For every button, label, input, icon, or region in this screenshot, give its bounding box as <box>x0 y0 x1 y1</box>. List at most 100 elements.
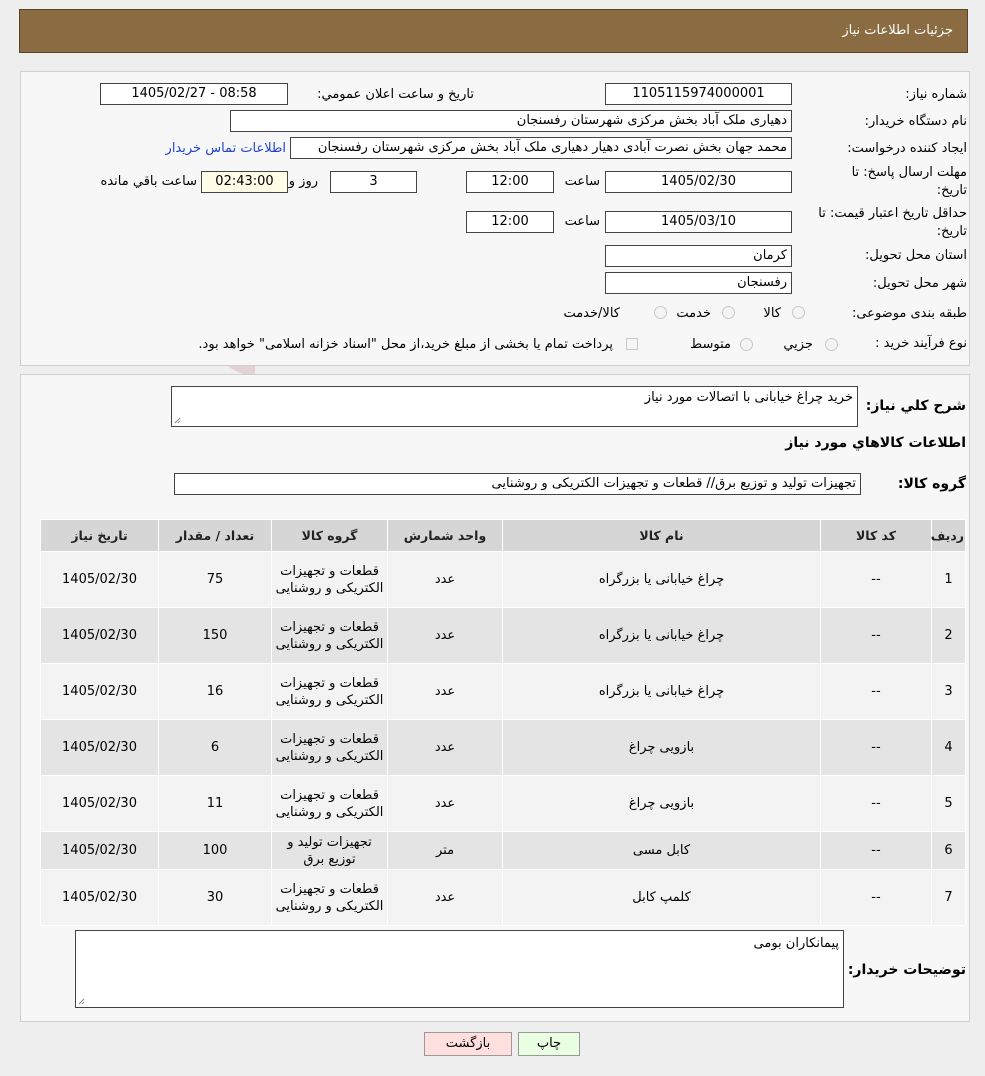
cell-unit: عدد <box>387 775 503 832</box>
days-label: روز و <box>288 174 318 189</box>
province-field: کرمان <box>605 245 792 267</box>
page-header: جزئیات اطلاعات نیاز <box>19 9 968 53</box>
cell-group: قطعات و تجهیزات الکتریکی و روشنایی <box>271 869 388 926</box>
goods-group-label: گروه کالا: <box>897 476 966 492</box>
cell-date: 1405/02/30 <box>40 551 159 608</box>
province-label: استان محل تحويل: <box>865 248 967 263</box>
goods-table-header: رديف کد کالا نام کالا واحد شمارش گروه کا… <box>40 519 966 552</box>
col-header-quantity: تعداد / مقدار <box>158 519 272 552</box>
cell-code: -- <box>820 719 932 776</box>
col-header-code: کد کالا <box>820 519 932 552</box>
goods-group-field: تجهیزات تولید و توزیع برق// قطعات و تجهی… <box>174 473 861 495</box>
cell-row-number: 7 <box>931 869 966 926</box>
deadline-time-label: ساعت <box>564 174 600 189</box>
resize-grip-icon[interactable] <box>78 998 85 1005</box>
cell-row-number: 2 <box>931 607 966 664</box>
cell-quantity: 6 <box>158 719 272 776</box>
cell-code: -- <box>820 775 932 832</box>
description-textarea: خرید چراغ خیابانی با اتصالات مورد نیاز <box>171 386 858 427</box>
payment-note: پرداخت تمام یا بخشی از مبلغ خرید،از محل … <box>198 337 613 352</box>
cell-name: چراغ خیابانی یا بزرگراه <box>502 551 821 608</box>
category-radio-service[interactable] <box>722 306 735 319</box>
cell-unit: متر <box>387 831 503 870</box>
col-header-date: تاريخ نياز <box>40 519 159 552</box>
process-option-medium: متوسط <box>690 337 731 352</box>
cell-name: کابل مسی <box>502 831 821 870</box>
treasury-bond-checkbox[interactable] <box>626 338 638 350</box>
cell-quantity: 11 <box>158 775 272 832</box>
cell-date: 1405/02/30 <box>40 831 159 870</box>
resize-grip-icon[interactable] <box>174 417 181 424</box>
cell-group: قطعات و تجهیزات الکتریکی و روشنایی <box>271 551 388 608</box>
validity-date-field: 1405/03/10 <box>605 211 792 233</box>
cell-unit: عدد <box>387 607 503 664</box>
category-radio-goods-service[interactable] <box>654 306 667 319</box>
need-number-field: 1105115974000001 <box>605 83 792 105</box>
deadline-label: مهلت ارسال پاسخ: تا <box>851 165 967 180</box>
cell-date: 1405/02/30 <box>40 607 159 664</box>
table-row: 7 -- کلمپ کابل عدد قطعات و تجهیزات الکتر… <box>40 869 966 926</box>
cell-row-number: 4 <box>931 719 966 776</box>
cell-unit: عدد <box>387 551 503 608</box>
cell-quantity: 16 <box>158 663 272 720</box>
buyer-notes-label: توضیحات خریدار: <box>847 962 966 978</box>
validity-time-field: 12:00 <box>466 211 554 233</box>
category-option-service: خدمت <box>676 306 711 321</box>
cell-date: 1405/02/30 <box>40 719 159 776</box>
cell-group: قطعات و تجهیزات الکتریکی و روشنایی <box>271 719 388 776</box>
cell-quantity: 75 <box>158 551 272 608</box>
announce-datetime-field: 1405/02/27 - 08:58 <box>100 83 288 105</box>
deadline-date-field: 1405/02/30 <box>605 171 792 193</box>
cell-code: -- <box>820 831 932 870</box>
buyer-contact-link[interactable]: اطلاعات تماس خریدار <box>166 141 286 156</box>
table-row: 2 -- چراغ خیابانی یا بزرگراه عدد قطعات و… <box>40 607 966 664</box>
city-label: شهر محل تحويل: <box>872 276 967 291</box>
cell-date: 1405/02/30 <box>40 663 159 720</box>
category-radio-goods[interactable] <box>792 306 805 319</box>
back-button[interactable]: بازگشت <box>424 1032 512 1056</box>
cell-code: -- <box>820 663 932 720</box>
cell-date: 1405/02/30 <box>40 869 159 926</box>
cell-code: -- <box>820 551 932 608</box>
process-label: نوع فرآيند خريد : <box>875 336 967 351</box>
validity-label-date: تاریخ: <box>936 224 967 239</box>
deadline-time-field: 12:00 <box>466 171 554 193</box>
goods-table: رديف کد کالا نام کالا واحد شمارش گروه کا… <box>40 519 966 926</box>
category-label: طبقه بندی موضوعی: <box>851 306 967 321</box>
process-option-minor: جزيي <box>783 337 813 352</box>
col-header-group: گروه کالا <box>271 519 388 552</box>
col-header-row-number: رديف <box>931 519 966 552</box>
cell-quantity: 150 <box>158 607 272 664</box>
buyer-notes-textarea: پیمانکاران بومی <box>75 930 844 1008</box>
table-row: 3 -- چراغ خیابانی یا بزرگراه عدد قطعات و… <box>40 663 966 720</box>
buyer-org-label: نام دستگاه خريدار: <box>864 114 967 129</box>
category-option-goods-service: کالا/خدمت <box>563 306 620 321</box>
cell-group: قطعات و تجهیزات الکتریکی و روشنایی <box>271 775 388 832</box>
remaining-time-label: ساعت باقي مانده <box>100 174 197 189</box>
process-radio-minor[interactable] <box>825 338 838 351</box>
cell-quantity: 30 <box>158 869 272 926</box>
cell-row-number: 3 <box>931 663 966 720</box>
validity-label: حداقل تاریخ اعتبار قیمت: تا <box>818 206 967 221</box>
table-row: 6 -- کابل مسی متر تجهیزات تولید و توزیع … <box>40 831 966 870</box>
process-radio-medium[interactable] <box>740 338 753 351</box>
cell-row-number: 5 <box>931 775 966 832</box>
validity-time-label: ساعت <box>564 214 600 229</box>
print-button[interactable]: چاپ <box>518 1032 580 1056</box>
buyer-org-field: دهیاری ملک آباد بخش مرکزی شهرستان رفسنجا… <box>230 110 792 132</box>
col-header-name: نام کالا <box>502 519 821 552</box>
cell-unit: عدد <box>387 869 503 926</box>
page-title: جزئیات اطلاعات نیاز <box>842 23 953 38</box>
remaining-time-field: 02:43:00 <box>201 171 288 193</box>
cell-group: تجهیزات تولید و توزیع برق <box>271 831 388 870</box>
cell-unit: عدد <box>387 663 503 720</box>
cell-name: چراغ خیابانی یا بزرگراه <box>502 607 821 664</box>
buyer-notes-text: پیمانکاران بومی <box>753 936 839 951</box>
cell-code: -- <box>820 607 932 664</box>
description-label: شرح کلي نياز: <box>865 398 966 414</box>
cell-group: قطعات و تجهیزات الکتریکی و روشنایی <box>271 663 388 720</box>
table-row: 5 -- بازویی چراغ عدد قطعات و تجهیزات الک… <box>40 775 966 832</box>
need-number-label: شماره نیاز: <box>905 87 967 102</box>
cell-group: قطعات و تجهیزات الکتریکی و روشنایی <box>271 607 388 664</box>
col-header-unit: واحد شمارش <box>387 519 503 552</box>
